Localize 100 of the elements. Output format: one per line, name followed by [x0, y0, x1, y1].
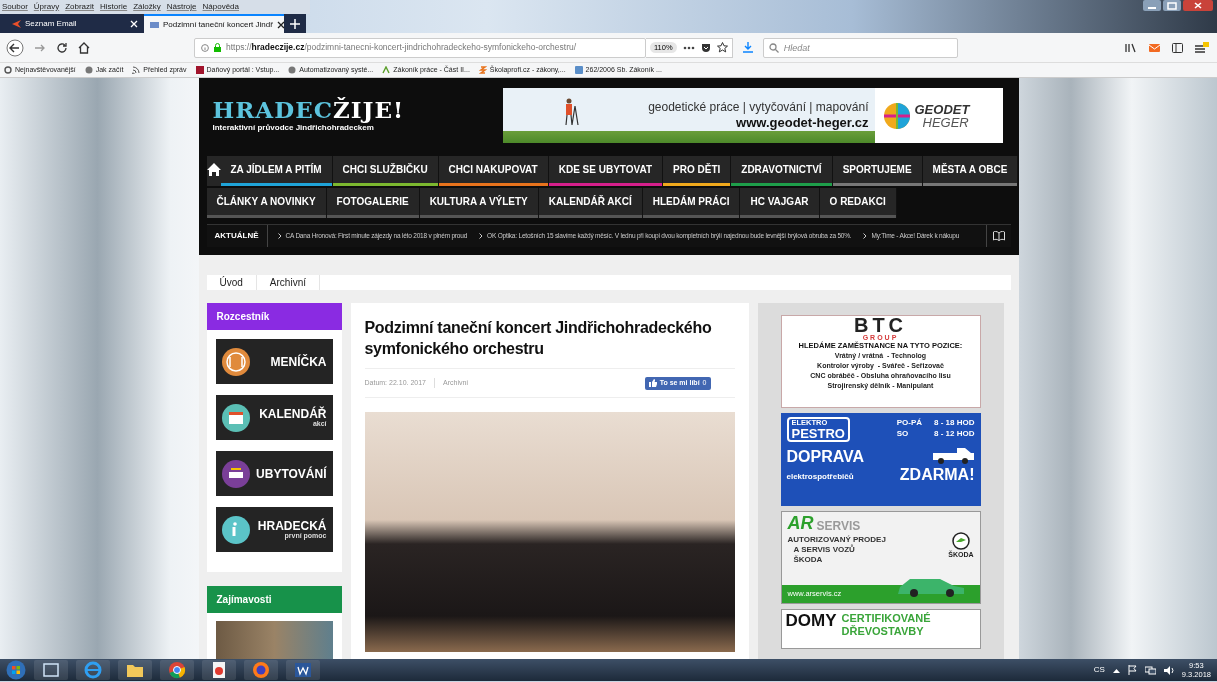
more-icon[interactable]	[682, 45, 695, 50]
ad-text: A SERVIS VOZŮ	[792, 545, 855, 555]
tile-label: UBYTOVÁNÍ	[256, 467, 327, 480]
tile-label: MENÍČKA	[270, 355, 327, 368]
ad-text: 8 - 12 HOD	[934, 428, 975, 439]
home-icon[interactable]	[78, 41, 90, 54]
document-icon[interactable]	[210, 661, 228, 679]
e-icon[interactable]	[84, 661, 102, 679]
chevron-icon	[863, 233, 868, 239]
ad-headline: CERTIFIKOVANÉ	[841, 612, 931, 625]
ad-logo-sub: SERVIS	[816, 520, 861, 532]
nav-link[interactable]: O REDAKCI	[819, 188, 897, 218]
reload-icon[interactable]	[56, 41, 68, 54]
search-icon	[768, 42, 779, 53]
browser-tab[interactable]: Seznam Email	[6, 14, 144, 33]
zigzag-icon	[478, 66, 487, 74]
rss-icon	[132, 66, 141, 74]
nav-link[interactable]: ČLÁNKY A NOVINKY	[206, 188, 327, 218]
mail-icon[interactable]	[1149, 43, 1160, 52]
nav-link[interactable]: ZA JÍDLEM A PITÍM	[220, 156, 333, 186]
ad-text: SO	[896, 428, 910, 439]
nav-link[interactable]: KULTURA A VÝLETY	[419, 188, 539, 218]
chrome-icon[interactable]	[168, 661, 186, 679]
speaker-icon[interactable]	[1163, 665, 1174, 675]
address-bar[interactable]: https://hradeczije.cz/podzimni-tanecni-koncert-jindrichohradeckeho-symfonickeho-orchestru/	[194, 37, 646, 58]
close-icon[interactable]	[276, 20, 285, 29]
flag-icon[interactable]	[1127, 665, 1137, 675]
ad-logo: BTC	[853, 316, 908, 334]
minimize-icon[interactable]	[1143, 0, 1161, 11]
browser-tab[interactable]: Podzimní taneční koncert Jindř	[144, 14, 284, 33]
ad-banner[interactable]: geodetické práce | vytyčování | mapování www.geodet-heger.cz GEODET HEGER	[502, 88, 1003, 143]
nav-link[interactable]: CHCI NAKUPOVAT	[438, 156, 549, 186]
ticker-label: AKTUÁLNĚ	[206, 225, 268, 247]
chevron-icon	[277, 233, 282, 239]
nav-link[interactable]: PRO DĚTI	[663, 156, 732, 186]
window-icon[interactable]	[42, 661, 60, 679]
brand-name: GEODET	[914, 102, 970, 116]
network-icon[interactable]	[1144, 665, 1156, 675]
url-text: https://hradeczije.cz/podzimni-tanecni-koncert-jindrichohradeckeho-symfonickeho-orchestru/	[226, 41, 578, 54]
info-icon	[201, 43, 209, 52]
ad-text: 8 - 18 HOD	[934, 417, 975, 428]
nav-link[interactable]: HC VAJGAR	[740, 188, 820, 218]
menu-item[interactable]: Historie	[100, 3, 128, 11]
star-icon[interactable]	[716, 42, 728, 53]
menu-item[interactable]: Nápověda	[202, 3, 239, 11]
chevron-icon	[479, 233, 484, 239]
nav-link[interactable]: MĚSTA A OBCE	[922, 156, 1019, 186]
nav-link[interactable]: ZDRAVOTNICTVÍ	[731, 156, 833, 186]
plus-icon[interactable]	[290, 18, 300, 29]
nav-link[interactable]: FOTOGALERIE	[326, 188, 420, 218]
menu-icon[interactable]	[1195, 41, 1209, 54]
square-icon	[195, 66, 204, 74]
ad-logo: PESTRO	[791, 426, 845, 440]
maximize-icon[interactable]	[1163, 0, 1181, 11]
sidebar-tile[interactable]: MENÍČKA	[215, 339, 333, 384]
sidebar-tile[interactable]: UBYTOVÁNÍ	[215, 451, 333, 496]
search-field[interactable]: Hledat	[762, 37, 958, 58]
ad-text: AUTORIZOVANÝ PRODEJ	[787, 535, 886, 544]
firefox-icon[interactable]	[252, 661, 270, 679]
nav-link[interactable]: KDE SE UBYTOVAT	[548, 156, 664, 186]
download-icon[interactable]	[742, 42, 753, 53]
menu-item[interactable]: Soubor	[2, 3, 28, 11]
ad-text: ŠKODA	[792, 555, 823, 565]
banner-url: www.geodet-heger.cz	[736, 114, 869, 132]
menu-item[interactable]: Záložky	[133, 3, 161, 11]
tab-title: Seznam Email	[25, 17, 78, 30]
ad-logo: AR	[787, 514, 814, 532]
word-icon[interactable]	[294, 661, 312, 679]
ad-logo: DOMY	[785, 612, 837, 629]
panel-heading: Rozcestník	[206, 303, 342, 330]
lock-icon	[214, 43, 221, 52]
tile-label: HRADECKÁ	[257, 520, 327, 532]
leaf-icon	[382, 66, 391, 74]
flame-icon	[12, 19, 21, 28]
home-button[interactable]	[206, 156, 221, 186]
nav-link[interactable]: SPORTUJEME	[832, 156, 923, 186]
nav-link[interactable]: HLEDÁM PRÁCI	[642, 188, 741, 218]
library-icon[interactable]	[1125, 42, 1137, 53]
banner-text: geodetické práce | vytyčování | mapování	[648, 99, 869, 115]
menu-item[interactable]: Nástroje	[166, 3, 197, 11]
square-icon	[574, 66, 583, 74]
ad-text: elektrospotřebičů	[786, 470, 854, 483]
language-indicator[interactable]: CS	[1093, 664, 1105, 676]
sidebar-icon[interactable]	[1172, 42, 1183, 53]
nav-link[interactable]: KALENDÁŘ AKCÍ	[538, 188, 643, 218]
logo-accent: ŽIJE!	[333, 97, 405, 121]
back-icon[interactable]	[6, 38, 24, 57]
book-icon[interactable]	[992, 231, 1005, 241]
logo-text: HRADEC	[212, 97, 333, 121]
ad-headline: ZDARMA!	[899, 466, 975, 483]
menu-item[interactable]: Zobrazit	[65, 3, 95, 11]
menu-item[interactable]: Úpravy	[33, 3, 60, 11]
breadcrumb-link[interactable]: Archivní	[256, 275, 320, 290]
ad-headline: DOPRAVA	[786, 448, 865, 465]
pocket-icon[interactable]	[700, 42, 711, 53]
brand-name: HEGER	[921, 115, 970, 129]
caret-icon[interactable]	[1112, 667, 1120, 673]
nav-link[interactable]: CHCI SLUŽBIČKU	[332, 156, 439, 186]
breadcrumb-link[interactable]: Úvod	[206, 275, 257, 290]
start-button-icon[interactable]	[6, 660, 26, 680]
